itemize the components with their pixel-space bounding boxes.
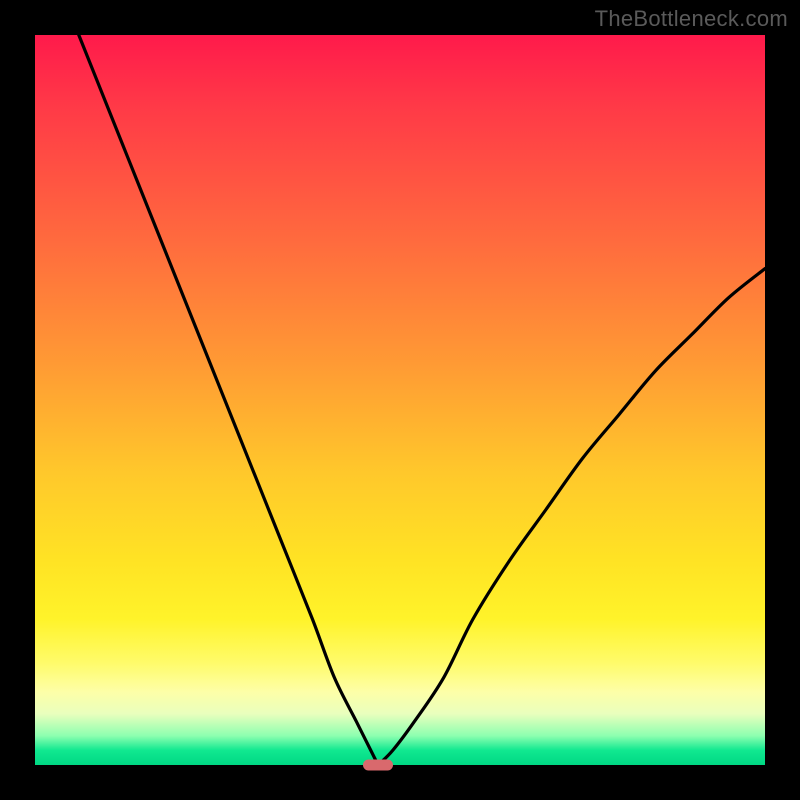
watermark-text: TheBottleneck.com [595, 6, 788, 32]
curve-svg [35, 35, 765, 765]
bottleneck-curve [79, 35, 765, 767]
outer-frame: TheBottleneck.com [0, 0, 800, 800]
min-marker-pill [363, 760, 393, 771]
